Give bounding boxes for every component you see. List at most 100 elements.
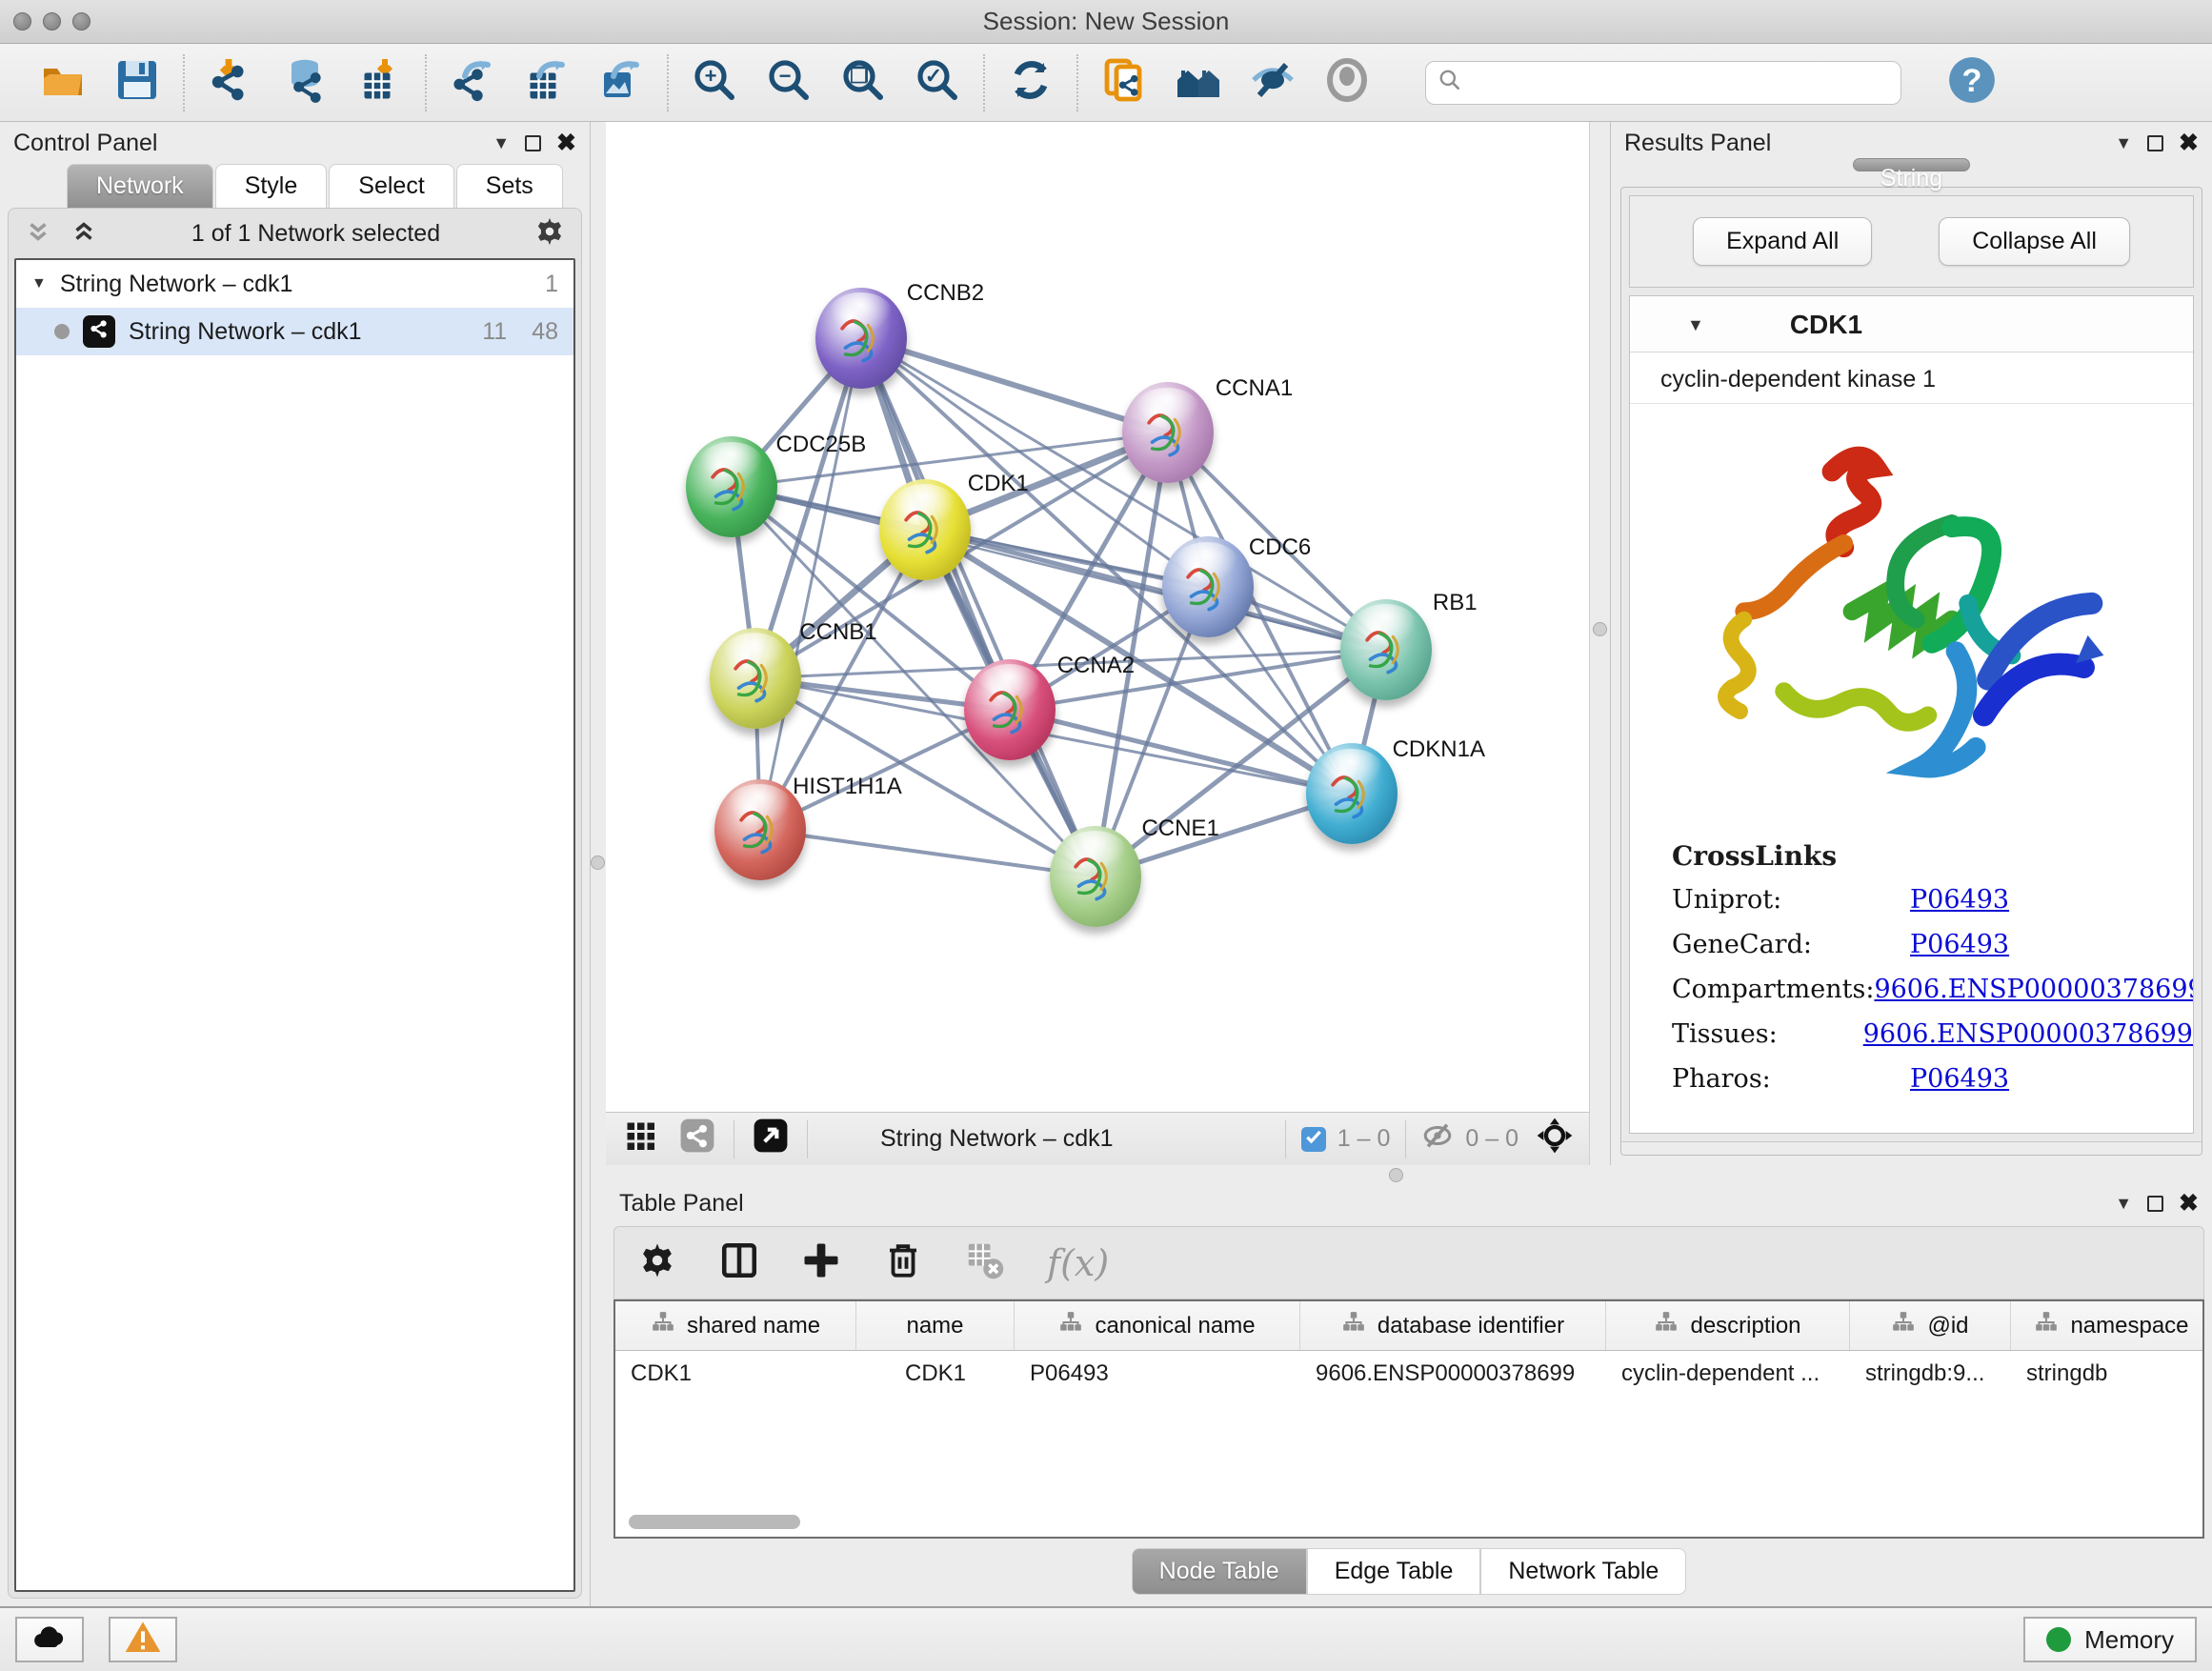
add-column-button[interactable] bbox=[801, 1240, 841, 1285]
crosslink-link[interactable]: P06493 bbox=[1910, 930, 2009, 959]
annotation-icon bbox=[1101, 57, 1147, 108]
results-panel: Results Panel ▼ ✖ String Expand All Coll… bbox=[1610, 122, 2212, 1165]
tab-string[interactable]: String bbox=[1853, 158, 1970, 171]
network-overview-button[interactable] bbox=[676, 1118, 718, 1160]
table-row[interactable]: CDK1CDK1P064939606.ENSP00000378699cyclin… bbox=[615, 1351, 2202, 1397]
network-node-rb1[interactable] bbox=[1340, 599, 1432, 700]
save-session-button[interactable] bbox=[112, 58, 162, 108]
import-network-button[interactable] bbox=[206, 58, 255, 108]
collapse-panel-icon[interactable]: ▼ bbox=[493, 133, 510, 153]
horizontal-splitter[interactable] bbox=[606, 1165, 2212, 1184]
column-header-name[interactable]: name bbox=[856, 1301, 1015, 1350]
splitter-grip[interactable] bbox=[591, 856, 605, 870]
column-header-database-identifier[interactable]: database identifier bbox=[1300, 1301, 1606, 1350]
expand-all-networks-icon[interactable] bbox=[70, 217, 98, 251]
export-image-button[interactable] bbox=[596, 58, 646, 108]
hierarchy-column-icon bbox=[1654, 1310, 1679, 1341]
warnings-button[interactable] bbox=[109, 1617, 177, 1662]
network-node-cdc6[interactable] bbox=[1162, 536, 1254, 637]
crosslink-link[interactable]: P06493 bbox=[1910, 1064, 2009, 1094]
crosslink-label: Tissues: bbox=[1672, 1019, 1863, 1049]
tab-node-table[interactable]: Node Table bbox=[1132, 1548, 1307, 1595]
network-node-cdk1[interactable] bbox=[879, 479, 971, 580]
titlebar: Session: New Session bbox=[0, 0, 2212, 44]
column-header-shared-name[interactable]: shared name bbox=[615, 1301, 856, 1350]
collapse-all-networks-icon[interactable] bbox=[24, 217, 52, 251]
zoom-fit-button[interactable]: ❐ bbox=[838, 58, 888, 108]
right-splitter[interactable] bbox=[1589, 122, 1610, 1165]
float-panel-icon[interactable] bbox=[2147, 1196, 2163, 1212]
show-columns-button[interactable] bbox=[719, 1240, 759, 1285]
network-node-cdc25b[interactable] bbox=[686, 436, 777, 537]
table-cell: CDK1 bbox=[856, 1360, 1015, 1387]
horizontal-scrollbar[interactable] bbox=[629, 1515, 800, 1529]
hidden-count: 0 – 0 bbox=[1465, 1125, 1518, 1153]
hide-selected-button[interactable] bbox=[1248, 58, 1297, 108]
network-canvas[interactable]: CCNB2CCNA1CDC25BCDK1CDC6RB1CCNB1CCNA2CDK… bbox=[606, 122, 1589, 1112]
splitter-grip[interactable] bbox=[1389, 1168, 1403, 1182]
network-node-ccne1[interactable] bbox=[1050, 826, 1141, 927]
network-options-gear-icon[interactable] bbox=[533, 215, 566, 252]
zoom-selected-button[interactable]: ✓ bbox=[913, 58, 962, 108]
help-button[interactable]: ? bbox=[1947, 58, 1997, 108]
zoom-out-button[interactable]: − bbox=[764, 58, 814, 108]
annotation-button[interactable] bbox=[1099, 58, 1149, 108]
detach-view-button[interactable] bbox=[750, 1118, 792, 1160]
tab-network[interactable]: Network bbox=[67, 164, 213, 208]
export-table-button[interactable] bbox=[522, 58, 572, 108]
expand-all-button[interactable]: Expand All bbox=[1693, 217, 1872, 266]
cloud-status-button[interactable] bbox=[15, 1617, 84, 1662]
show-all-button[interactable] bbox=[1322, 58, 1372, 108]
zoom-in-button[interactable]: + bbox=[690, 58, 739, 108]
delete-column-button[interactable] bbox=[883, 1240, 923, 1285]
column-header-namespace[interactable]: namespace bbox=[2011, 1301, 2204, 1350]
crosslink-link[interactable]: 9606.ENSP00000378699 bbox=[1874, 975, 2194, 1004]
open-session-button[interactable] bbox=[38, 58, 88, 108]
crosslink-link[interactable]: P06493 bbox=[1910, 885, 2009, 915]
fit-selected-crosshair-button[interactable] bbox=[1534, 1118, 1576, 1160]
node-label-ccnb1: CCNB1 bbox=[799, 619, 876, 646]
float-panel-icon[interactable] bbox=[2147, 135, 2163, 151]
search-input[interactable] bbox=[1470, 70, 1880, 96]
network-node-ccna2[interactable] bbox=[964, 659, 1056, 760]
import-table-button[interactable] bbox=[354, 58, 404, 108]
tab-network-table[interactable]: Network Table bbox=[1480, 1548, 1686, 1595]
column-header-canonical-name[interactable]: canonical name bbox=[1015, 1301, 1300, 1350]
collapse-panel-icon[interactable]: ▼ bbox=[2115, 1194, 2132, 1214]
table-settings-gear-button[interactable] bbox=[637, 1240, 677, 1285]
splitter-grip[interactable] bbox=[1593, 622, 1607, 636]
protein-expand-icon[interactable]: ▼ bbox=[1687, 315, 1704, 335]
birdseye-grid-button[interactable] bbox=[619, 1118, 661, 1160]
close-panel-icon[interactable]: ✖ bbox=[2179, 129, 2199, 157]
close-panel-icon[interactable]: ✖ bbox=[556, 129, 576, 157]
network-node-ccnb2[interactable] bbox=[815, 288, 907, 389]
column-header-description[interactable]: description bbox=[1606, 1301, 1850, 1350]
network-row-selected[interactable]: String Network – cdk1 11 48 bbox=[16, 308, 573, 355]
import-network-from-database-button[interactable] bbox=[280, 58, 330, 108]
selected-checkbox-icon[interactable] bbox=[1301, 1127, 1326, 1152]
memory-label: Memory bbox=[2084, 1625, 2174, 1655]
left-splitter[interactable] bbox=[591, 122, 606, 1606]
float-panel-icon[interactable] bbox=[525, 135, 541, 151]
first-neighbors-button[interactable] bbox=[1174, 58, 1223, 108]
tab-sets[interactable]: Sets bbox=[456, 164, 563, 208]
refresh-button[interactable] bbox=[1006, 58, 1056, 108]
tab-edge-table[interactable]: Edge Table bbox=[1307, 1548, 1481, 1595]
search-box[interactable] bbox=[1425, 61, 1901, 105]
column-label: name bbox=[906, 1313, 963, 1339]
column-label: namespace bbox=[2070, 1313, 2188, 1339]
network-node-ccna1[interactable] bbox=[1122, 382, 1214, 483]
collection-expand-icon[interactable]: ▼ bbox=[31, 275, 47, 292]
tab-select[interactable]: Select bbox=[329, 164, 453, 208]
crosslink-link[interactable]: 9606.ENSP00000378699 bbox=[1863, 1019, 2193, 1049]
tab-style[interactable]: Style bbox=[215, 164, 328, 208]
close-panel-icon[interactable]: ✖ bbox=[2179, 1189, 2199, 1218]
export-network-button[interactable] bbox=[448, 58, 497, 108]
open-folder-icon bbox=[40, 57, 86, 108]
network-collection-row[interactable]: ▼ String Network – cdk1 1 bbox=[16, 260, 573, 308]
collapse-all-button[interactable]: Collapse All bbox=[1939, 217, 2130, 266]
column-header-@id[interactable]: @id bbox=[1850, 1301, 2011, 1350]
network-node-ccnb1[interactable] bbox=[710, 628, 801, 729]
collapse-panel-icon[interactable]: ▼ bbox=[2115, 133, 2132, 153]
memory-button[interactable]: Memory bbox=[2023, 1617, 2197, 1662]
